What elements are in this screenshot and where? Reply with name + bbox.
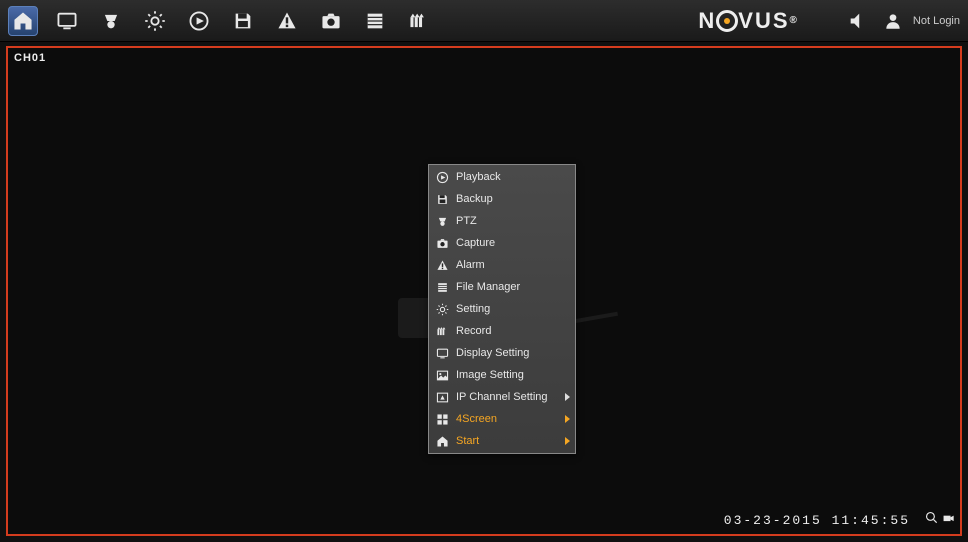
- login-status: Not Login: [913, 15, 960, 27]
- file-manager-icon: [435, 280, 449, 294]
- tb-ptz-button[interactable]: [96, 6, 126, 36]
- ip-icon: [435, 390, 449, 404]
- cm-item-label: Image Setting: [456, 369, 524, 381]
- cm-item-display[interactable]: Display Setting: [429, 342, 575, 364]
- cm-item-label: PTZ: [456, 215, 477, 227]
- cm-item-label: Record: [456, 325, 491, 337]
- brand-logo: NVUS®: [698, 8, 799, 34]
- corner-icons: [925, 511, 956, 530]
- submenu-arrow-icon: [565, 415, 570, 423]
- cm-item-grid[interactable]: 4Screen: [429, 408, 575, 430]
- tb-file-manager-button[interactable]: [360, 6, 390, 36]
- channel-label: CH01: [14, 52, 46, 64]
- cam-icon[interactable]: [942, 511, 956, 530]
- tb-backup-button[interactable]: [228, 6, 258, 36]
- playback-icon: [435, 170, 449, 184]
- cm-item-record[interactable]: Record: [429, 320, 575, 342]
- cm-item-label: Capture: [456, 237, 495, 249]
- submenu-arrow-icon: [565, 437, 570, 445]
- zoom-icon[interactable]: [925, 511, 939, 530]
- tb-alarm-button[interactable]: [272, 6, 302, 36]
- tb-home-button[interactable]: [8, 6, 38, 36]
- cm-item-file-manager[interactable]: File Manager: [429, 276, 575, 298]
- cm-item-image[interactable]: Image Setting: [429, 364, 575, 386]
- cm-item-label: IP Channel Setting: [456, 391, 548, 403]
- cm-item-label: 4Screen: [456, 413, 497, 425]
- capture-icon: [435, 236, 449, 250]
- cm-item-alarm[interactable]: Alarm: [429, 254, 575, 276]
- ptz-icon: [435, 214, 449, 228]
- settings-icon: [435, 302, 449, 316]
- user-icon[interactable]: [883, 6, 903, 36]
- display-icon: [435, 346, 449, 360]
- timestamp: 03-23-2015 11:45:55: [724, 513, 910, 528]
- cm-item-ip[interactable]: IP Channel Setting: [429, 386, 575, 408]
- cm-item-label: Alarm: [456, 259, 485, 271]
- tb-display-button[interactable]: [52, 6, 82, 36]
- tb-playback-button[interactable]: [184, 6, 214, 36]
- cm-item-label: File Manager: [456, 281, 520, 293]
- cm-item-ptz[interactable]: PTZ: [429, 210, 575, 232]
- tb-settings-button[interactable]: [140, 6, 170, 36]
- tb-record-button[interactable]: [404, 6, 434, 36]
- cm-item-save[interactable]: Backup: [429, 188, 575, 210]
- cm-item-settings[interactable]: Setting: [429, 298, 575, 320]
- cm-item-label: Backup: [456, 193, 493, 205]
- home-icon: [435, 434, 449, 448]
- top-toolbar: NVUS® Not Login: [0, 0, 968, 42]
- grid-icon: [435, 412, 449, 426]
- tb-capture-button[interactable]: [316, 6, 346, 36]
- image-icon: [435, 368, 449, 382]
- cm-item-playback[interactable]: Playback: [429, 166, 575, 188]
- cm-item-label: Playback: [456, 171, 501, 183]
- submenu-arrow-icon: [565, 393, 570, 401]
- cm-item-label: Setting: [456, 303, 490, 315]
- alarm-icon: [435, 258, 449, 272]
- cm-item-home[interactable]: Start: [429, 430, 575, 452]
- save-icon: [435, 192, 449, 206]
- record-icon: [435, 324, 449, 338]
- cm-item-capture[interactable]: Capture: [429, 232, 575, 254]
- context-menu: Playback Backup PTZ Capture Alarm File Manage…: [428, 164, 576, 454]
- right-tools: Not Login: [843, 6, 960, 36]
- cm-item-label: Start: [456, 435, 479, 447]
- volume-button[interactable]: [843, 6, 873, 36]
- cm-item-label: Display Setting: [456, 347, 529, 359]
- app-root: NVUS® Not Login CH01 Playback Backup PTZ Ca…: [0, 0, 968, 542]
- video-viewport[interactable]: CH01 Playback Backup PTZ Capture Alarm File M…: [6, 46, 962, 536]
